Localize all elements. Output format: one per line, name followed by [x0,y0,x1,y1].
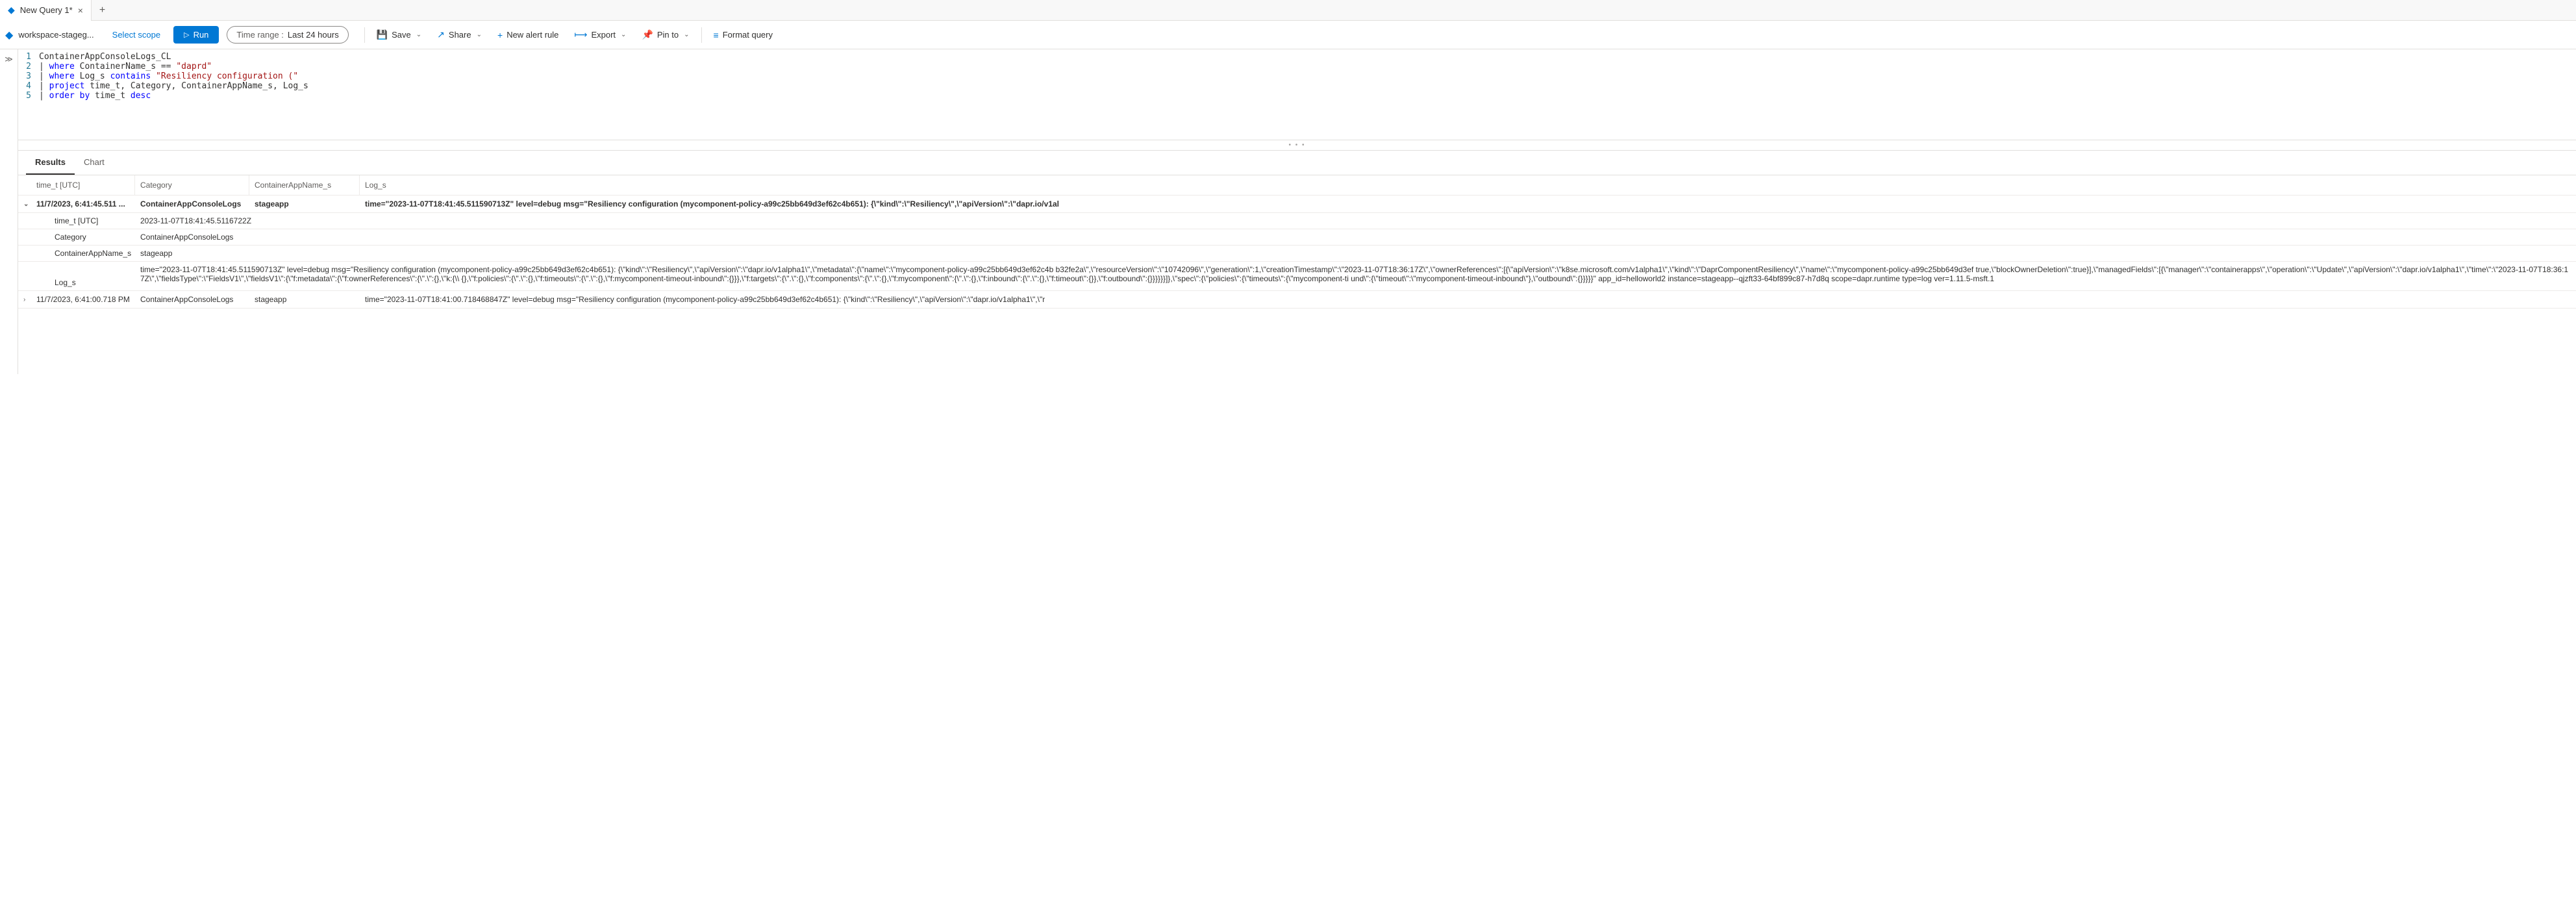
cell-log: time="2023-11-07T18:41:45.511590713Z" le… [360,196,2576,212]
close-icon[interactable]: × [78,5,83,16]
plus-icon: + [497,30,503,40]
detail-row-category: Category ContainerAppConsoleLogs [18,229,2576,246]
column-header-time[interactable]: time_t [UTC] [18,175,135,195]
time-range-value: Last 24 hours [288,30,339,40]
cell-category: ContainerAppConsoleLogs [135,291,249,308]
editor-line: 4| project time_t, Category, ContainerAp… [18,81,2576,91]
editor-line: 1ContainerAppConsoleLogs_CL [18,52,2576,62]
query-editor[interactable]: 1ContainerAppConsoleLogs_CL2| where Cont… [18,49,2576,140]
column-header-app[interactable]: ContainerAppName_s [249,175,360,195]
column-header-log[interactable]: Log_s [360,175,2576,195]
export-button[interactable]: ⟼ Export ⌄ [568,25,632,44]
column-header-category[interactable]: Category [135,175,249,195]
format-icon: ≡ [714,30,719,40]
detail-row-app: ContainerAppName_s stageapp [18,246,2576,262]
format-button[interactable]: ≡ Format query [707,26,779,44]
line-number: 3 [18,71,39,81]
detail-key: Log_s [18,262,135,290]
query-tab[interactable]: ◆ New Query 1* × [0,0,92,21]
save-button[interactable]: 💾 Save ⌄ [370,25,428,44]
tab-results[interactable]: Results [26,151,75,175]
chevron-right-icon: ≫ [5,55,13,64]
cell-app: stageapp [249,291,360,308]
detail-row-log: Log_s time="2023-11-07T18:41:45.51159071… [18,262,2576,291]
table-row[interactable]: › 11/7/2023, 6:41:00.718 PM ContainerApp… [18,291,2576,309]
pin-button[interactable]: 📌 Pin to ⌄ [635,25,695,44]
detail-row-time: time_t [UTC] 2023-11-07T18:41:45.5116722… [18,213,2576,229]
detail-value: 2023-11-07T18:41:45.5116722Z [135,213,2576,229]
share-button[interactable]: ↗ Share ⌄ [431,25,488,44]
results-header: time_t [UTC] Category ContainerAppName_s… [18,175,2576,196]
run-label: Run [194,30,209,40]
save-icon: 💾 [377,29,388,40]
time-range-selector[interactable]: Time range : Last 24 hours [227,26,348,44]
editor-line: 5| order by time_t desc [18,91,2576,101]
detail-key: time_t [UTC] [18,213,135,229]
export-label: Export [591,30,616,40]
editor-line: 2| where ContainerName_s == "daprd" [18,62,2576,71]
chevron-down-icon: ⌄ [416,31,421,38]
chevron-down-icon: ⌄ [477,31,482,38]
expand-caret-icon[interactable]: › [23,296,32,303]
save-label: Save [392,30,411,40]
workspace-icon: ◆ [5,29,13,42]
cell-time: 11/7/2023, 6:41:00.718 PM [36,295,130,304]
format-label: Format query [723,30,773,40]
toolbar: ◆ workspace-stageg... Select scope ▷ Run… [0,21,2576,49]
divider [364,27,365,43]
detail-key: Category [18,229,135,245]
line-text[interactable]: | project time_t, Category, ContainerApp… [39,81,308,91]
cell-time: 11/7/2023, 6:41:45.511 ... [36,199,125,208]
results-tabs: Results Chart [18,151,2576,175]
content-area: 1ContainerAppConsoleLogs_CL2| where Cont… [18,49,2576,374]
resize-handle[interactable]: • • • [18,140,2576,151]
play-icon: ▷ [184,31,189,39]
cell-log: time="2023-11-07T18:41:00.718468847Z" le… [360,291,2576,308]
line-text[interactable]: | order by time_t desc [39,91,151,101]
new-alert-label: New alert rule [506,30,558,40]
left-panel-collapse[interactable]: ≫ [0,49,18,374]
detail-value: time="2023-11-07T18:41:45.511590713Z" le… [135,262,2576,290]
line-number: 4 [18,81,39,91]
editor-line: 3| where Log_s contains "Resiliency conf… [18,71,2576,81]
share-label: Share [449,30,471,40]
collapse-caret-icon[interactable]: ⌄ [23,201,32,208]
run-button[interactable]: ▷ Run [173,26,219,44]
detail-key: ContainerAppName_s [18,246,135,261]
main-area: ≫ 1ContainerAppConsoleLogs_CL2| where Co… [0,49,2576,374]
line-number: 2 [18,62,39,71]
select-scope-link[interactable]: Select scope [107,30,166,40]
detail-value: stageapp [135,246,2576,261]
query-icon: ◆ [8,5,15,16]
detail-value: ContainerAppConsoleLogs [135,229,2576,245]
line-text[interactable]: | where ContainerName_s == "daprd" [39,62,212,71]
pin-icon: 📌 [642,29,653,40]
workspace-name: workspace-stageg... [18,30,94,40]
chevron-down-icon: ⌄ [684,31,689,38]
line-number: 1 [18,52,39,62]
share-icon: ↗ [437,29,445,40]
table-row[interactable]: ⌄ 11/7/2023, 6:41:45.511 ... ContainerAp… [18,196,2576,213]
add-tab-button[interactable]: + [92,5,113,16]
tab-bar: ◆ New Query 1* × + [0,0,2576,21]
pin-label: Pin to [657,30,679,40]
time-range-label: Time range : [236,30,284,40]
line-text[interactable]: | where Log_s contains "Resiliency confi… [39,71,298,81]
tab-title: New Query 1* [20,5,73,15]
tab-chart[interactable]: Chart [75,151,114,175]
line-number: 5 [18,91,39,101]
divider [701,27,702,43]
cell-app: stageapp [249,196,360,212]
new-alert-button[interactable]: + New alert rule [491,26,565,44]
line-text[interactable]: ContainerAppConsoleLogs_CL [39,52,171,62]
cell-category: ContainerAppConsoleLogs [135,196,249,212]
chevron-down-icon: ⌄ [621,31,626,38]
workspace-selector[interactable]: ◆ workspace-stageg... [5,29,105,42]
export-icon: ⟼ [574,29,587,40]
